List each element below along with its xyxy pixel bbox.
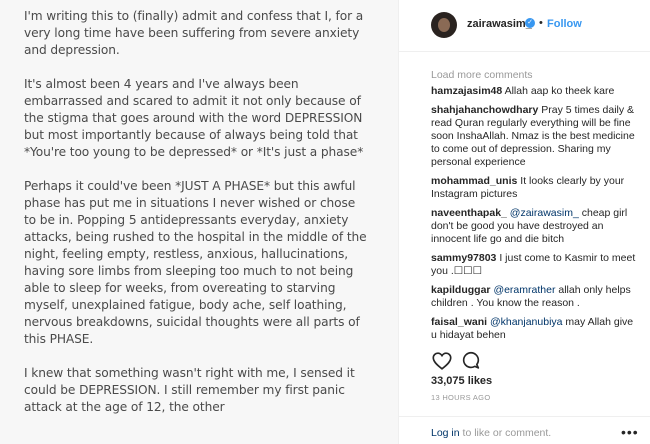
comment-username[interactable]: shahjahanchowdhary	[431, 104, 538, 116]
login-prompt-text: to like or comment.	[459, 427, 552, 439]
comment: sammy97803 I just come to Kasmir to meet…	[431, 252, 639, 278]
post-paragraph-4: I knew that something wasn't right with …	[24, 366, 355, 414]
comment: hamzajasim48 Allah aap ko theek kare	[431, 85, 639, 98]
comment: kapilduggar @eramrather allah only helps…	[431, 284, 639, 310]
heart-outline-icon[interactable]	[431, 350, 453, 372]
login-link[interactable]: Log in	[431, 427, 460, 439]
avatar-face	[438, 18, 450, 32]
comment-mention-link[interactable]: @eramrather	[493, 284, 555, 296]
username-link[interactable]: zairawasim_	[467, 18, 532, 30]
separator-dot: •	[539, 17, 543, 29]
post-paragraph-1: I'm writing this to (finally) admit and …	[24, 9, 364, 57]
post-header: zairawasim_ ✓ • Follow	[399, 0, 650, 52]
avatar[interactable]	[431, 12, 457, 38]
comment-list: hamzajasim48 Allah aap ko theek kare sha…	[431, 85, 639, 348]
post-paragraph-2: It's almost been 4 years and I've always…	[24, 77, 364, 159]
comment-text: Allah aap ko theek kare	[504, 85, 615, 97]
comment: naveenthapak_ @zairawasim_ cheap girl do…	[431, 207, 639, 246]
post-sidebar: zairawasim_ ✓ • Follow Load more comment…	[398, 0, 650, 444]
comment: shahjahanchowdhary Pray 5 times daily & …	[431, 104, 639, 169]
comment: mohammad_unis It looks clearly by your I…	[431, 175, 639, 201]
post-timestamp[interactable]: 13 HOURS AGO	[431, 393, 490, 402]
like-count[interactable]: 33,075 likes	[431, 375, 492, 387]
comment-bubble-icon[interactable]	[460, 350, 482, 372]
load-more-comments-link[interactable]: Load more comments	[431, 69, 533, 81]
more-options-icon[interactable]: •••	[621, 424, 639, 440]
comment-mention-link[interactable]: @zairawasim_	[510, 207, 579, 219]
post-image: I'm writing this to (finally) admit and …	[0, 0, 398, 444]
comment-username[interactable]: hamzajasim48	[431, 85, 502, 97]
comment-username[interactable]: kapilduggar	[431, 284, 491, 296]
verified-badge-icon: ✓	[525, 18, 535, 28]
comment-username[interactable]: faisal_wani	[431, 316, 487, 328]
comment-username[interactable]: mohammad_unis	[431, 175, 517, 187]
comment-username[interactable]: sammy97803	[431, 252, 496, 264]
follow-button[interactable]: Follow	[547, 18, 582, 30]
login-prompt: Log in to like or comment.	[431, 427, 551, 439]
post-actions	[431, 350, 491, 372]
post-text: I'm writing this to (finally) admit and …	[24, 8, 369, 433]
comment-mention-link[interactable]: @khanjanubiya	[490, 316, 563, 328]
post-paragraph-3: Perhaps it could've been *JUST A PHASE* …	[24, 179, 367, 346]
comment: faisal_wani @khanjanubiya may Allah give…	[431, 316, 639, 342]
post-footer: Log in to like or comment. •••	[399, 416, 650, 444]
comment-username[interactable]: naveenthapak_	[431, 207, 507, 219]
